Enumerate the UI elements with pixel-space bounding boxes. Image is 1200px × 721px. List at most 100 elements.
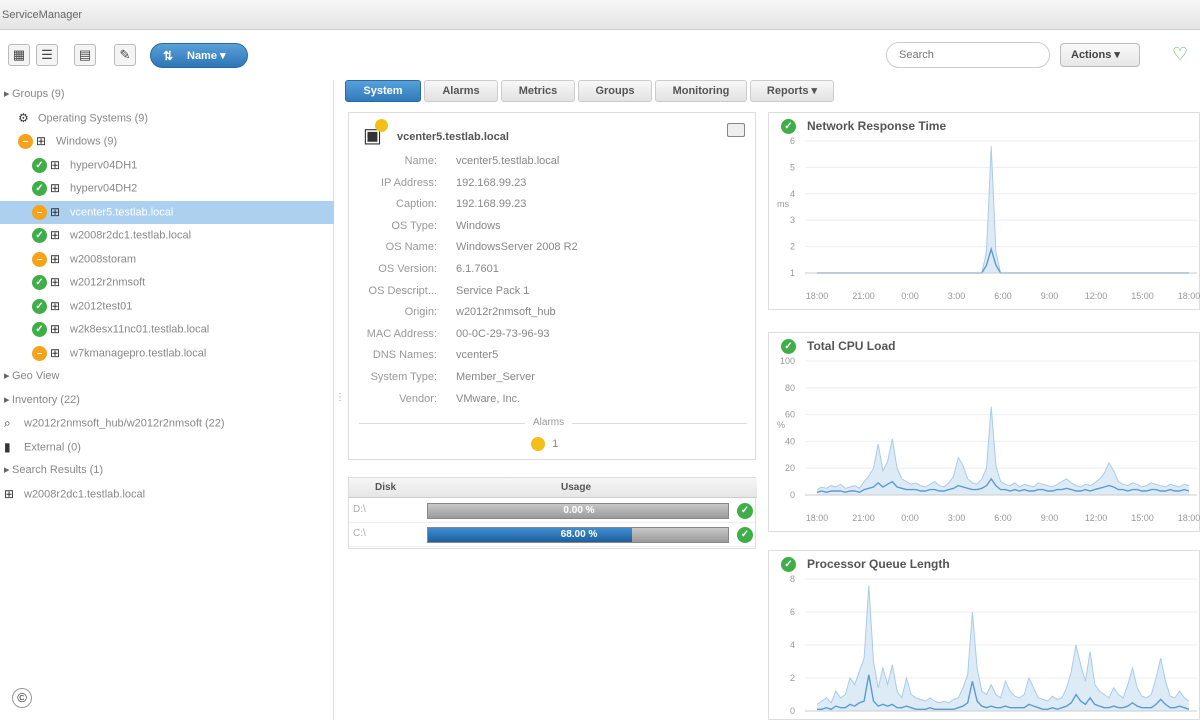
x-tick-label: 12:00 [1085,513,1108,523]
tree-item[interactable]: ⊞ w2008r2dc1.testlab.local [0,483,334,506]
os-group-icon: ⚙ [18,110,29,125]
tree-item[interactable]: ▮ External (0) [0,436,334,459]
tree-item-label: Groups (9) [12,88,65,100]
tab-metrics[interactable]: Metrics [501,80,575,102]
actions-dropdown[interactable]: Actions ▾ [1060,43,1140,67]
x-tick-label: 18:00 [1178,513,1200,523]
tree-item[interactable]: ✓ ⊞ w2k8esx11nc01.testlab.local [0,318,334,341]
windows-icon: ⊞ [50,204,61,219]
search-input[interactable] [886,42,1050,68]
chevron-down-icon: ▾ [1114,49,1120,61]
tree-item-label: hyperv04DH1 [70,158,138,171]
tree-item[interactable]: – ⊞ vcenter5.testlab.local [0,200,334,224]
tree-item[interactable]: ▸ Search Results (1) [0,459,334,482]
property-value: 00-0C-29-73-96-93 [456,327,550,340]
main-toolbar: ▦ ☰ ▤ ✎ ⇅ Name ▾ Actions ▾ ♡ [0,30,1200,80]
property-label: IP Address: [380,176,437,189]
property-row: Origin: w2012r2nmsoft_hub [349,302,757,323]
y-tick-label: 60 [785,410,795,420]
property-value: w2012r2nmsoft_hub [456,306,556,319]
property-label: Origin: [404,306,437,319]
x-tick-label: 9:00 [1041,513,1059,523]
tab-reports[interactable]: Reports ▾ [750,80,834,102]
health-heart-icon[interactable]: ♡ [1172,44,1188,65]
ok-status-icon: ✓ [32,228,47,243]
disk-row: D:\ 0.00 % ✓ [349,499,757,523]
expand-arrow-icon[interactable]: ▸ [4,83,12,106]
tree-item[interactable]: – ⊞ w7kmanagepro.testlab.local [0,342,334,365]
disk-usage-table: Disk Usage D:\ 0.00 % ✓ C:\ 68.00 % ✓ [348,477,757,549]
windows-icon: ⊞ [50,228,61,242]
tree-item[interactable]: ✓ ⊞ hyperv04DH2 [0,177,334,200]
property-label: OS Type: [391,219,437,232]
app-title: ServiceManager [2,9,83,21]
property-row: Vendor: VMware, Inc. [349,389,757,410]
property-value: vcenter5 [456,349,499,362]
name-sort-button[interactable]: ⇅ Name ▾ [150,43,248,68]
usage-column-header[interactable]: Usage [561,482,591,493]
tree-item[interactable]: ✓ ⊞ w2012test01 [0,295,334,318]
property-row: Name: vcenter5.testlab.local [349,151,757,172]
ok-status-icon: ✓ [32,275,47,290]
property-label: Vendor: [399,392,437,405]
tree-item[interactable]: ⚙ Operating Systems (9) [0,107,334,130]
expand-arrow-icon[interactable]: ▸ [4,365,12,388]
tree-item[interactable]: ✓ ⊞ w2008r2dc1.testlab.local [0,224,334,247]
ok-status-icon: ✓ [32,322,47,337]
tree-item[interactable]: ▸ Geo View [0,365,334,388]
tree-item[interactable]: – ⊞ w2008storam [0,248,334,271]
tab-groups[interactable]: Groups [578,80,652,102]
y-tick-label: 0 [790,490,795,500]
property-row: OS Name: WindowsServer 2008 R2 [349,237,757,258]
tree-item[interactable]: ▸ Groups (9) [0,83,334,106]
windows-icon: ⊞ [50,157,61,172]
ok-status-icon: ✓ [32,298,47,314]
tree-item[interactable]: ✓ ⊞ hyperv04DH1 [0,154,334,177]
y-tick-label: 4 [790,640,795,650]
y-tick-label: 80 [785,383,795,393]
chevron-down-icon: ▾ [220,50,226,62]
expand-arrow-icon[interactable]: ▸ [4,459,12,482]
detail-view-icon[interactable]: ▤ [74,44,96,66]
tab-alarms[interactable]: Alarms [424,80,498,102]
tile-view-icon[interactable]: ▦ [8,44,30,66]
list-view-icon[interactable]: ☰ [36,44,58,66]
server-icon: ▮ [4,439,11,454]
property-row: IP Address: 192.168.99.23 [349,173,757,194]
windows-icon: ⊞ [50,322,61,336]
tab-label: Reports [766,85,809,97]
x-tick-label: 3:00 [948,291,966,301]
x-tick-label: 18:00 [806,513,829,523]
tree-item-label: w2008storam [70,252,137,265]
tree-item[interactable]: ✓ ⊞ w2012r2nmsoft [0,271,334,294]
windows-icon: ⊞ [36,134,47,148]
alarm-count[interactable]: 1 [531,437,558,451]
alarm-count-value: 1 [552,437,559,450]
system-title: vcenter5.testlab.local [397,131,509,143]
tab-label: Alarms [442,85,480,97]
copyright-icon: © [12,688,32,708]
tab-system[interactable]: System [345,80,421,102]
edit-pencil-icon[interactable]: ✎ [114,44,136,66]
series-area [817,146,1189,273]
tree-item[interactable]: ▸ Inventory (22) [0,389,334,412]
tab-label: System [363,85,403,97]
property-label: DNS Names: [372,349,437,362]
x-tick-label: 0:00 [901,513,919,523]
disk-row: C:\ 68.00 % ✓ [349,523,757,547]
tree-item-label: w2008r2dc1.testlab.local [70,229,192,242]
tree-item[interactable]: – ⊞ Windows (9) [0,130,334,153]
tree-item[interactable]: ⌕ w2012r2nmsoft_hub/w2012r2nmsoft (22) [0,412,334,435]
property-row: OS Descript... Service Pack 1 [349,281,757,302]
tab-monitoring[interactable]: Monitoring [655,80,747,102]
tree-item-label: w2012r2nmsoft_hub/w2012r2nmsoft (22) [24,417,225,430]
chart-2: ✓ Processor Queue Length 0 2 4 6 8 [768,550,1200,720]
expand-arrow-icon[interactable]: ▸ [4,389,12,412]
monitor-icon[interactable] [727,123,745,137]
panel-splitter-handle[interactable]: ⋮ [335,392,345,406]
tree-item-label: w7kmanagepro.testlab.local [70,346,207,359]
x-tick-label: 15:00 [1131,513,1154,523]
disk-column-header[interactable]: Disk [375,482,396,493]
property-row: OS Version: 6.1.7601 [349,259,757,280]
x-tick-label: 12:00 [1085,291,1108,301]
